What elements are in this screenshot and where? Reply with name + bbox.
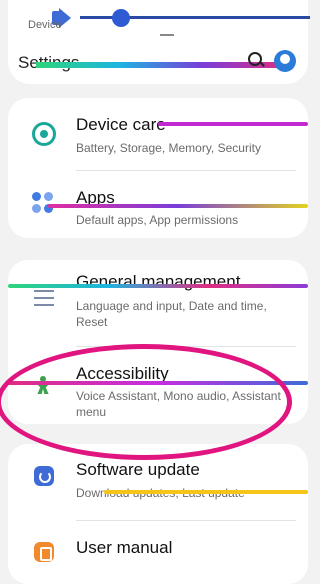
volume-slider-thumb[interactable]	[112, 9, 131, 27]
panel-drag-handle[interactable]	[160, 34, 174, 36]
software-update-icon	[34, 466, 54, 486]
settings-item-device-care[interactable]: Device care Battery, Storage, Memory, Se…	[8, 98, 308, 168]
settings-item-subtitle: Language and input, Date and time, Reset	[76, 299, 267, 329]
settings-item-title: Software update	[76, 460, 200, 479]
glitch-stripe	[158, 122, 308, 126]
settings-item-apps[interactable]: Apps Default apps, App permissions	[8, 170, 308, 238]
settings-card: Software update Download updates, Last u…	[8, 444, 308, 584]
settings-item-subtitle: Default apps, App permissions	[76, 213, 239, 227]
device-label: Device	[28, 19, 62, 31]
glitch-stripe	[48, 204, 308, 208]
settings-item-subtitle: Battery, Storage, Memory, Security	[76, 141, 261, 155]
settings-card: Device care Battery, Storage, Memory, Se…	[8, 98, 308, 238]
user-manual-icon	[34, 542, 54, 562]
device-care-icon	[32, 122, 56, 146]
settings-item-title: General management	[76, 272, 241, 291]
account-avatar-icon[interactable]	[274, 50, 296, 72]
settings-item-title: User manual	[76, 538, 173, 557]
general-management-icon	[34, 290, 54, 306]
glitch-stripe	[104, 490, 308, 494]
search-icon[interactable]	[248, 52, 264, 68]
divider	[76, 520, 296, 521]
settings-item-user-manual[interactable]: User manual	[8, 522, 308, 584]
highlight-circle-annotation	[0, 344, 292, 460]
glitch-stripe	[8, 284, 308, 288]
settings-item-general-management[interactable]: General management Language and input, D…	[8, 260, 308, 344]
settings-item-title: Device care	[76, 115, 166, 134]
apps-icon	[32, 192, 54, 214]
